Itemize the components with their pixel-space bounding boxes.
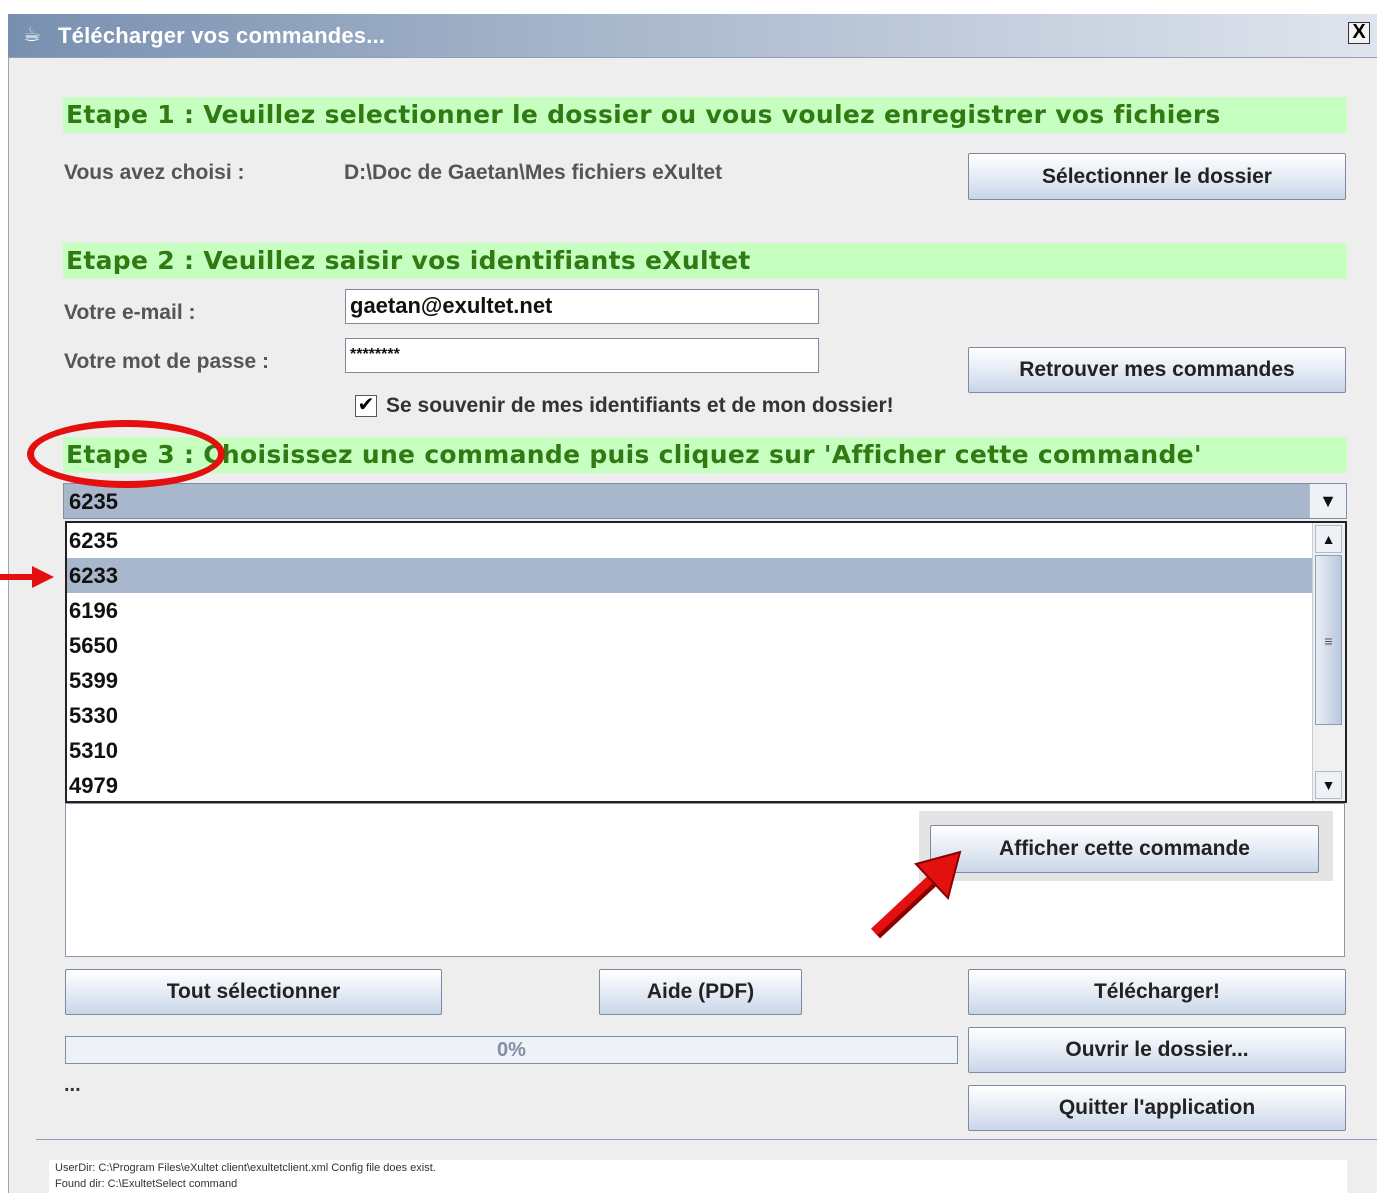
download-progress-bar: 0% [65, 1036, 958, 1064]
list-item[interactable]: 6233 [67, 558, 1313, 593]
download-button[interactable]: Télécharger! [968, 969, 1346, 1015]
java-cup-icon: ☕ [23, 24, 41, 46]
remember-label: Se souvenir de mes identifiants et de mo… [386, 394, 894, 417]
password-field[interactable]: ******** [345, 338, 819, 373]
password-label: Votre mot de passe : [64, 350, 269, 373]
close-button[interactable]: X [1348, 22, 1370, 44]
chosen-folder-path: D:\Doc de Gaetan\Mes fichiers eXultet [344, 161, 723, 184]
order-combobox[interactable]: 6235 ▼ [63, 483, 1347, 519]
select-folder-button[interactable]: Sélectionner le dossier [968, 153, 1346, 200]
order-dropdown-list: 6235 6233 6196 5650 5399 5330 5310 4979 … [65, 521, 1347, 803]
list-item[interactable]: 6235 [67, 523, 1313, 558]
step2-heading: Etape 2 : Veuillez saisir vos identifian… [63, 243, 1347, 279]
status-text: ... [64, 1074, 81, 1096]
find-orders-button[interactable]: Retrouver mes commandes [968, 347, 1346, 393]
scrollbar-thumb[interactable]: ≡ [1315, 555, 1342, 725]
select-all-button[interactable]: Tout sélectionner [65, 969, 442, 1015]
list-item[interactable]: 5650 [67, 628, 1313, 663]
dropdown-scrollbar[interactable]: ▲ ≡ ▼ [1312, 523, 1345, 801]
remember-checkbox[interactable]: ✔ [355, 395, 377, 417]
chevron-down-icon[interactable]: ▼ [1309, 484, 1346, 518]
log-line: Found dir: C:\ExultetSelect command [55, 1178, 238, 1190]
window-title: Télécharger vos commandes... [58, 23, 386, 48]
list-item[interactable]: 5310 [67, 733, 1313, 768]
list-item[interactable]: 5399 [67, 663, 1313, 698]
log-output: UserDir: C:\Program Files\eXultet client… [49, 1160, 1347, 1193]
list-item[interactable]: 6196 [67, 593, 1313, 628]
combo-selected-value: 6235 [69, 489, 118, 514]
list-item[interactable]: 4979 [67, 768, 1313, 801]
annotation-ellipse [27, 420, 225, 488]
separator [36, 1139, 1377, 1140]
scroll-up-icon[interactable]: ▲ [1315, 525, 1342, 553]
annotation-arrow-icon [870, 850, 962, 939]
open-folder-button[interactable]: Ouvrir le dossier... [968, 1027, 1346, 1073]
step1-heading: Etape 1 : Veuillez selectionner le dossi… [63, 97, 1347, 133]
email-label: Votre e-mail : [64, 301, 196, 324]
help-pdf-button[interactable]: Aide (PDF) [599, 969, 802, 1015]
list-item[interactable]: 5330 [67, 698, 1313, 733]
show-order-button[interactable]: Afficher cette commande [930, 825, 1319, 873]
quit-button[interactable]: Quitter l'application [968, 1085, 1346, 1131]
email-field[interactable]: gaetan@exultet.net [345, 289, 819, 324]
step3-heading: Etape 3 : Choisissez une commande puis c… [63, 437, 1347, 473]
annotation-arrow-icon [0, 566, 54, 588]
title-bar: ☕ Télécharger vos commandes... [8, 14, 1377, 58]
chosen-folder-label: Vous avez choisi : [64, 161, 245, 184]
log-line: UserDir: C:\Program Files\eXultet client… [55, 1162, 436, 1174]
scroll-down-icon[interactable]: ▼ [1315, 771, 1342, 799]
